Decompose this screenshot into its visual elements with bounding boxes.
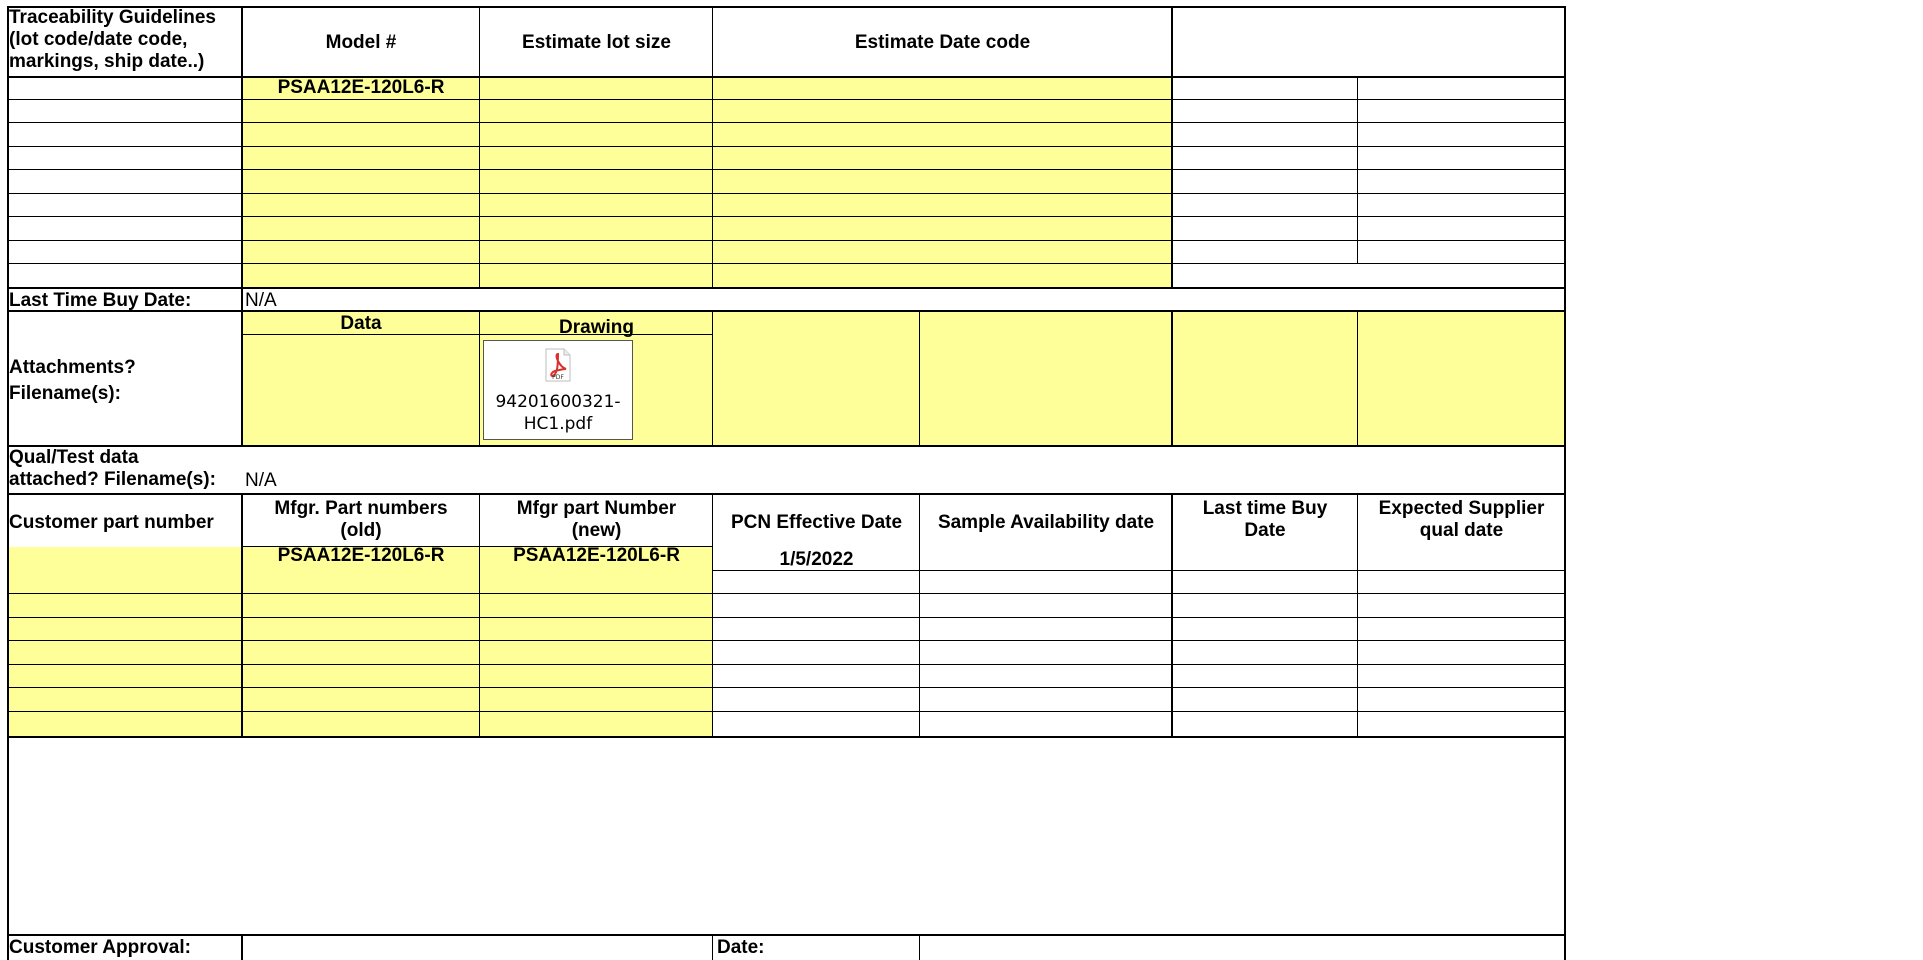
qual-data-value: N/A (245, 470, 277, 491)
grid-line (1171, 494, 1173, 737)
pdf-file-icon: PDF (545, 348, 571, 382)
approval-date-field[interactable] (921, 935, 1565, 960)
grid-line (1171, 311, 1173, 446)
lot-size-header: Estimate lot size (522, 32, 671, 53)
old-part-fill (242, 547, 480, 737)
customer-approval-label: Customer Approval: (9, 937, 191, 958)
pdf-attachment[interactable]: PDF 94201600321- HC1.pdf (483, 340, 633, 440)
pcn-form-sheet: Traceability Guidelines (lot code/date c… (0, 0, 1923, 960)
grid-line (712, 494, 713, 737)
model-value: PSAA12E-120L6-R (277, 77, 445, 98)
grid-line (241, 7, 243, 287)
customer-part-fill (8, 547, 242, 737)
model-col-fill (242, 77, 480, 287)
grid-line (919, 311, 920, 446)
customer-approval-field[interactable] (243, 935, 712, 960)
grid-line (1171, 7, 1173, 287)
svg-text:PDF: PDF (552, 374, 564, 381)
customer-part-header: Customer part number (9, 512, 214, 533)
date-code-header: Estimate Date code (854, 32, 1031, 53)
pcn-date-header: PCN Effective Date (730, 512, 903, 533)
grid-line (1357, 77, 1358, 264)
attach-fill-right (1172, 311, 1565, 445)
approval-date-label: Date: (717, 937, 765, 958)
new-part-header: Mfgr part Number (new) (516, 498, 677, 541)
grid-line (1357, 311, 1358, 446)
grid-line (242, 334, 713, 335)
model-header: Model # (325, 32, 397, 53)
new-part-fill (480, 547, 713, 737)
grid-line (7, 7, 9, 960)
grid-line (479, 494, 480, 737)
grid-line (1357, 494, 1358, 737)
old-part-header: Mfgr. Part numbers (old) (274, 498, 448, 541)
grid-line (712, 311, 713, 446)
grid-line (242, 546, 713, 547)
attach-fill-mid (713, 311, 1172, 445)
pdf-filename: 94201600321- HC1.pdf (495, 392, 621, 434)
grid-line (479, 7, 480, 287)
sample-date-header: Sample Availability date (937, 512, 1155, 533)
grid-line (241, 935, 243, 960)
grid-line (479, 311, 480, 446)
ltb-label: Last Time Buy Date: (9, 290, 192, 311)
new-part-value: PSAA12E-120L6-R (513, 545, 680, 566)
grid-line (241, 494, 243, 737)
ltb-value: N/A (245, 290, 277, 311)
traceability-guidelines-label: Traceability Guidelines (lot code/date c… (9, 7, 216, 72)
grid-line (712, 935, 713, 960)
grid-line (241, 288, 243, 311)
pcn-date-value: 1/5/2022 (779, 549, 854, 570)
qual-data-label: Qual/Test data attached? Filename(s): (9, 447, 216, 490)
qual-date-header: Expected Supplier qual date (1378, 498, 1545, 541)
grid-line (712, 7, 713, 287)
grid-line (919, 935, 920, 960)
ltb-date-header: Last time Buy Date (1202, 498, 1328, 541)
datecode-col-fill (713, 77, 1172, 287)
data-header: Data (340, 313, 382, 334)
drawing-header: Drawing (559, 317, 634, 338)
grid-line (241, 311, 243, 446)
grid-line (919, 494, 920, 737)
grid-line (713, 570, 1566, 571)
attachments-label: Attachments? Filename(s): (9, 357, 136, 404)
grid-line (1564, 7, 1566, 960)
old-part-value: PSAA12E-120L6-R (277, 545, 445, 566)
lot-col-fill (480, 77, 713, 287)
